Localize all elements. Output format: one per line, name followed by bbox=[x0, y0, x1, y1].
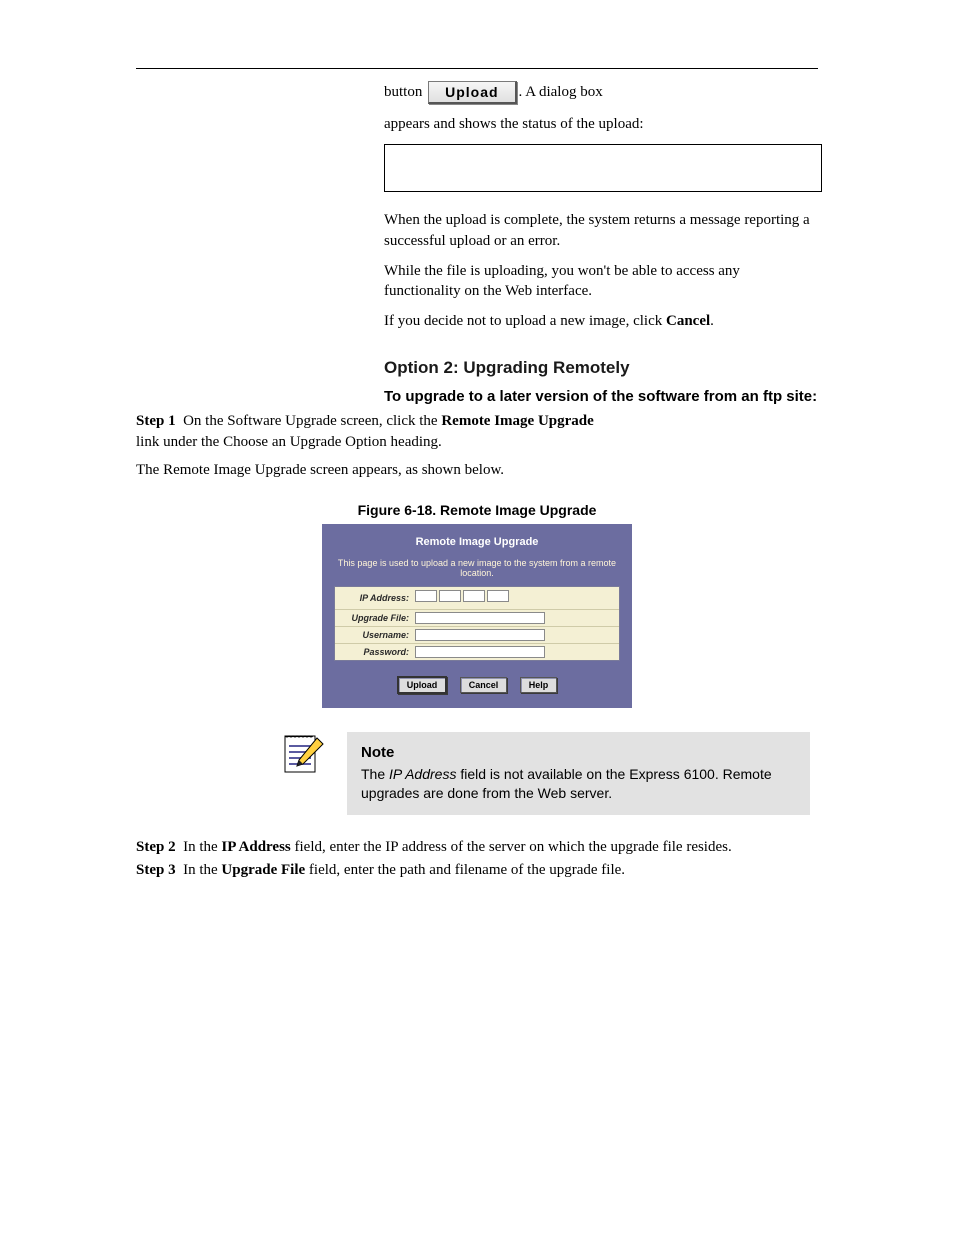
upload-button-label: Upload bbox=[445, 84, 498, 100]
intro-suffix: . A dialog box bbox=[519, 84, 603, 100]
step2-line: Step 2 In the IP Address field, enter th… bbox=[136, 839, 818, 856]
step3-line: Step 3 In the Upgrade File field, enter … bbox=[136, 862, 818, 879]
ip-octet-3[interactable] bbox=[463, 590, 485, 602]
ip-octet-2[interactable] bbox=[439, 590, 461, 602]
note-icon bbox=[281, 732, 325, 776]
cancel-text-1: If you decide not to upload a new image,… bbox=[384, 313, 666, 329]
note-body: The IP Address field is not available on… bbox=[361, 765, 796, 803]
row-pass: Password: bbox=[335, 644, 619, 660]
panel-desc: This page is used to upload a new image … bbox=[334, 558, 620, 578]
step2-bold: IP Address bbox=[221, 839, 290, 855]
panel-help-button[interactable]: Help bbox=[520, 677, 558, 693]
intro-line2: appears and shows the status of the uplo… bbox=[384, 114, 818, 134]
label-user: Username: bbox=[339, 630, 415, 640]
step1-num: 1 bbox=[168, 413, 176, 429]
step1-text2: link under the Choose an Upgrade Option … bbox=[136, 432, 818, 452]
upload-button[interactable]: Upload bbox=[428, 81, 516, 104]
intro-prefix: button bbox=[384, 84, 426, 100]
cancel-text-bold: Cancel bbox=[666, 313, 710, 329]
cancel-text: If you decide not to upload a new image,… bbox=[384, 311, 818, 331]
upgrade-file-input[interactable] bbox=[415, 612, 545, 624]
step2-before: In the bbox=[183, 839, 221, 855]
note-body-before: The bbox=[361, 766, 389, 782]
section-heading: Option 2: Upgrading Remotely bbox=[384, 358, 818, 378]
step1-text3: The Remote Image Upgrade screen appears,… bbox=[136, 460, 818, 480]
step1-line: Step 1 On the Software Upgrade screen, c… bbox=[136, 413, 818, 430]
cancel-text-2: . bbox=[710, 313, 714, 329]
panel-upload-button[interactable]: Upload bbox=[397, 676, 448, 694]
ip-octet-1[interactable] bbox=[415, 590, 437, 602]
panel-title: Remote Image Upgrade bbox=[334, 536, 620, 548]
figure-caption: Figure 6-18. Remote Image Upgrade bbox=[136, 502, 818, 518]
step1-bold: Remote Image Upgrade bbox=[441, 413, 593, 429]
note-title: Note bbox=[361, 744, 796, 761]
label-ip: IP Address: bbox=[339, 593, 415, 603]
step-label: Step bbox=[136, 413, 164, 429]
upload-status-box bbox=[384, 144, 822, 192]
panel-cancel-button[interactable]: Cancel bbox=[460, 677, 508, 693]
step3-before: In the bbox=[183, 862, 221, 878]
step3-bold: Upgrade File bbox=[221, 862, 305, 878]
username-input[interactable] bbox=[415, 629, 545, 641]
row-user: Username: bbox=[335, 627, 619, 644]
label-file: Upgrade File: bbox=[339, 613, 415, 623]
intro-line: button Upload . A dialog box bbox=[384, 81, 818, 104]
password-input[interactable] bbox=[415, 646, 545, 658]
label-pass: Password: bbox=[339, 647, 415, 657]
note-box: Note The IP Address field is not availab… bbox=[347, 732, 818, 815]
step-label-3: Step bbox=[136, 862, 164, 878]
step2-after: field, enter the IP address of the serve… bbox=[291, 839, 732, 855]
step2-num: 2 bbox=[168, 839, 176, 855]
step-label-2: Step bbox=[136, 839, 164, 855]
upload-done-2: While the file is uploading, you won't b… bbox=[384, 261, 818, 302]
remote-upgrade-panel: Remote Image Upgrade This page is used t… bbox=[322, 524, 632, 708]
row-ip: IP Address: bbox=[335, 587, 619, 610]
section-subheading: To upgrade to a later version of the sof… bbox=[384, 388, 818, 405]
ip-octet-4[interactable] bbox=[487, 590, 509, 602]
step3-after: field, enter the path and filename of th… bbox=[305, 862, 625, 878]
remote-form: IP Address: Upgrade File: Username: Pass… bbox=[334, 586, 620, 661]
note-body-italic: IP Address bbox=[389, 766, 456, 782]
upload-done-1: When the upload is complete, the system … bbox=[384, 210, 818, 251]
step3-num: 3 bbox=[168, 862, 176, 878]
step1-text: On the Software Upgrade screen, click th… bbox=[183, 413, 441, 429]
row-file: Upgrade File: bbox=[335, 610, 619, 627]
